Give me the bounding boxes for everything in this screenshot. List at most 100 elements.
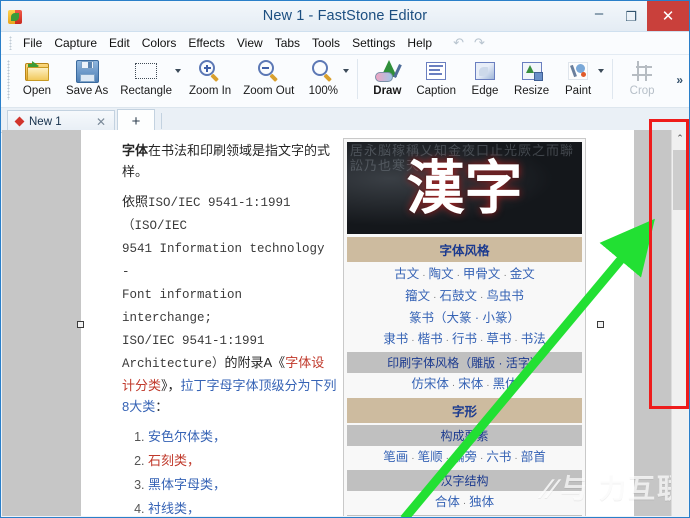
infobox-link[interactable]: 笔画: [383, 450, 408, 464]
toolbar-crop-label: Crop: [630, 85, 655, 97]
toolbar-paint-button[interactable]: Paint: [555, 55, 601, 97]
toolbar-edge-label: Edge: [472, 85, 499, 97]
menu-help[interactable]: Help: [401, 34, 438, 52]
infobox-sub-printing-style: 印刷字体风格（雕版 · 活字）: [347, 352, 582, 373]
article-p2-prefix: 依照: [122, 194, 148, 209]
infobox-header-font-style: 字体风格: [347, 237, 582, 262]
infobox-link-red[interactable]: 活字: [506, 356, 530, 370]
article-iso-line-3: Font information interchange;: [122, 288, 242, 325]
toolbar-paint-label: Paint: [565, 85, 591, 97]
article-keyword: 字体: [122, 143, 148, 158]
infobox-link[interactable]: 六书: [486, 450, 511, 464]
toolbar-save-as-button[interactable]: Save As: [60, 55, 114, 97]
annotation-red-rectangle: [649, 119, 689, 409]
infobox-link[interactable]: 行书: [452, 332, 477, 346]
toolbar-edge-button[interactable]: Edge: [462, 55, 508, 97]
crop-icon: [632, 58, 652, 84]
infobox-row-structure: 合体·独体: [344, 492, 585, 514]
infobox-link[interactable]: 隶书: [383, 332, 408, 346]
image-canvas[interactable]: 字体在书法和印刷领域是指文字的式样。 依照ISO/IEC 9541-1:1991…: [2, 130, 688, 516]
toolbar-open-button[interactable]: Open: [14, 55, 60, 97]
redo-icon[interactable]: ↷: [469, 35, 490, 51]
infobox-link[interactable]: 古文: [394, 267, 419, 281]
list-item-link[interactable]: 安色尔体类，: [148, 429, 226, 444]
menu-edit[interactable]: Edit: [103, 34, 136, 52]
menu-effects[interactable]: Effects: [182, 34, 230, 52]
close-button[interactable]: ✕: [647, 1, 689, 31]
list-item: 安色尔体类，: [148, 426, 337, 448]
new-tab-button[interactable]: +: [117, 109, 155, 132]
list-item-link[interactable]: 衬线类，: [148, 501, 200, 516]
open-folder-icon: [25, 58, 49, 84]
edge-effect-icon: [475, 58, 495, 84]
menu-grip-handle[interactable]: [9, 36, 12, 50]
infobox-link[interactable]: 甲骨文: [463, 267, 501, 281]
toolbar-draw-button[interactable]: Draw: [364, 55, 410, 97]
maximize-button[interactable]: ❐: [615, 1, 647, 31]
article-paragraph-1: 字体在书法和印刷领域是指文字的式样。: [122, 140, 337, 182]
undo-icon[interactable]: ↶: [448, 35, 469, 51]
toolbar-resize-button[interactable]: Resize: [508, 55, 555, 97]
infobox-sub-mid: ·: [495, 356, 506, 370]
infobox-link[interactable]: 陶文: [429, 267, 454, 281]
article-p2-tail-c: ：: [155, 399, 168, 414]
toolbar-zoom-in-button[interactable]: Zoom In: [183, 55, 237, 97]
toolbar-divider-2: [612, 59, 613, 99]
infobox-link[interactable]: 楷书: [418, 332, 443, 346]
infobox-link[interactable]: 金文: [510, 267, 535, 281]
infobox-sub-prefix: 印刷字体风格（: [387, 356, 471, 370]
selection-handle-right[interactable]: [597, 321, 604, 328]
infobox-link[interactable]: 部首: [521, 450, 546, 464]
infobox-link[interactable]: 合体: [435, 495, 460, 509]
tab-close-icon[interactable]: ✕: [94, 115, 108, 129]
menu-tools[interactable]: Tools: [306, 34, 346, 52]
infobox-link-red[interactable]: 雕版: [471, 356, 495, 370]
toolbar-zoom-out-button[interactable]: Zoom Out: [237, 55, 300, 97]
menu-capture[interactable]: Capture: [48, 34, 103, 52]
toolbar-grip-handle[interactable]: [7, 60, 10, 100]
infobox-link[interactable]: 偏旁: [452, 450, 477, 464]
tab-new-1[interactable]: New 1 ✕: [7, 110, 115, 132]
minimize-button[interactable]: –: [583, 1, 615, 31]
draw-pen-icon: [375, 58, 399, 84]
infobox-sub-components: 构成要素: [347, 425, 582, 446]
article-column: 字体在书法和印刷领域是指文字的式样。 依照ISO/IEC 9541-1:1991…: [122, 140, 337, 516]
infobox-link[interactable]: 石鼓文: [439, 289, 477, 303]
menu-colors[interactable]: Colors: [136, 34, 183, 52]
infobox-link[interactable]: 篆书（大篆 · 小篆）: [409, 311, 520, 325]
infobox-banner-image: 居永脳稼稱乂知金夜口止光厥之而聯訟乃也寒天 漢字: [347, 142, 582, 234]
toolbar-rectangle-button[interactable]: Rectangle: [114, 55, 178, 97]
infobox-link[interactable]: 鸟虫书: [486, 289, 524, 303]
toolbar-zoom-level-button[interactable]: 100%: [300, 55, 346, 97]
menu-view[interactable]: View: [231, 34, 269, 52]
banner-title-chars: 漢字: [347, 142, 582, 234]
menu-settings[interactable]: Settings: [346, 34, 401, 52]
toolbar-save-as-label: Save As: [66, 85, 108, 97]
article-iso-line-5: Architecture）: [122, 357, 225, 371]
paint-brush-icon: [568, 58, 588, 84]
selection-handle-left[interactable]: [77, 321, 84, 328]
infobox-link[interactable]: 籀文: [405, 289, 430, 303]
infobox-link[interactable]: 书法: [521, 332, 546, 346]
menu-bar: File Capture Edit Colors Effects View Ta…: [1, 32, 689, 55]
menu-file[interactable]: File: [17, 34, 48, 52]
infobox-link[interactable]: 仿宋体: [411, 377, 449, 391]
resize-icon: [522, 58, 542, 84]
menu-tabs[interactable]: Tabs: [269, 34, 306, 52]
toolbar-overflow-chevron-icon[interactable]: »: [676, 73, 683, 87]
toolbar-rectangle-label: Rectangle: [120, 85, 172, 97]
infobox-row-components: 笔画·笔顺·偏旁·六书·部首: [344, 447, 585, 469]
list-item-link[interactable]: 石刻类，: [148, 453, 200, 468]
toolbar-open-label: Open: [23, 85, 51, 97]
infobox-link[interactable]: 笔顺: [418, 450, 443, 464]
infobox-link[interactable]: 草书: [486, 332, 511, 346]
infobox-link[interactable]: 独体: [469, 495, 494, 509]
infobox-row-ancient: 古文·陶文·甲骨文·金文: [344, 264, 585, 286]
toolbar-caption-button[interactable]: Caption: [410, 55, 462, 97]
infobox-link[interactable]: 黑体: [493, 377, 518, 391]
list-item-link[interactable]: 黑体字母类，: [148, 477, 226, 492]
magnifier-plus-icon: [199, 58, 221, 84]
infobox-link[interactable]: 宋体: [458, 377, 483, 391]
window-controls: – ❐ ✕: [583, 1, 689, 31]
document-page: 字体在书法和印刷领域是指文字的式样。 依照ISO/IEC 9541-1:1991…: [81, 130, 634, 516]
